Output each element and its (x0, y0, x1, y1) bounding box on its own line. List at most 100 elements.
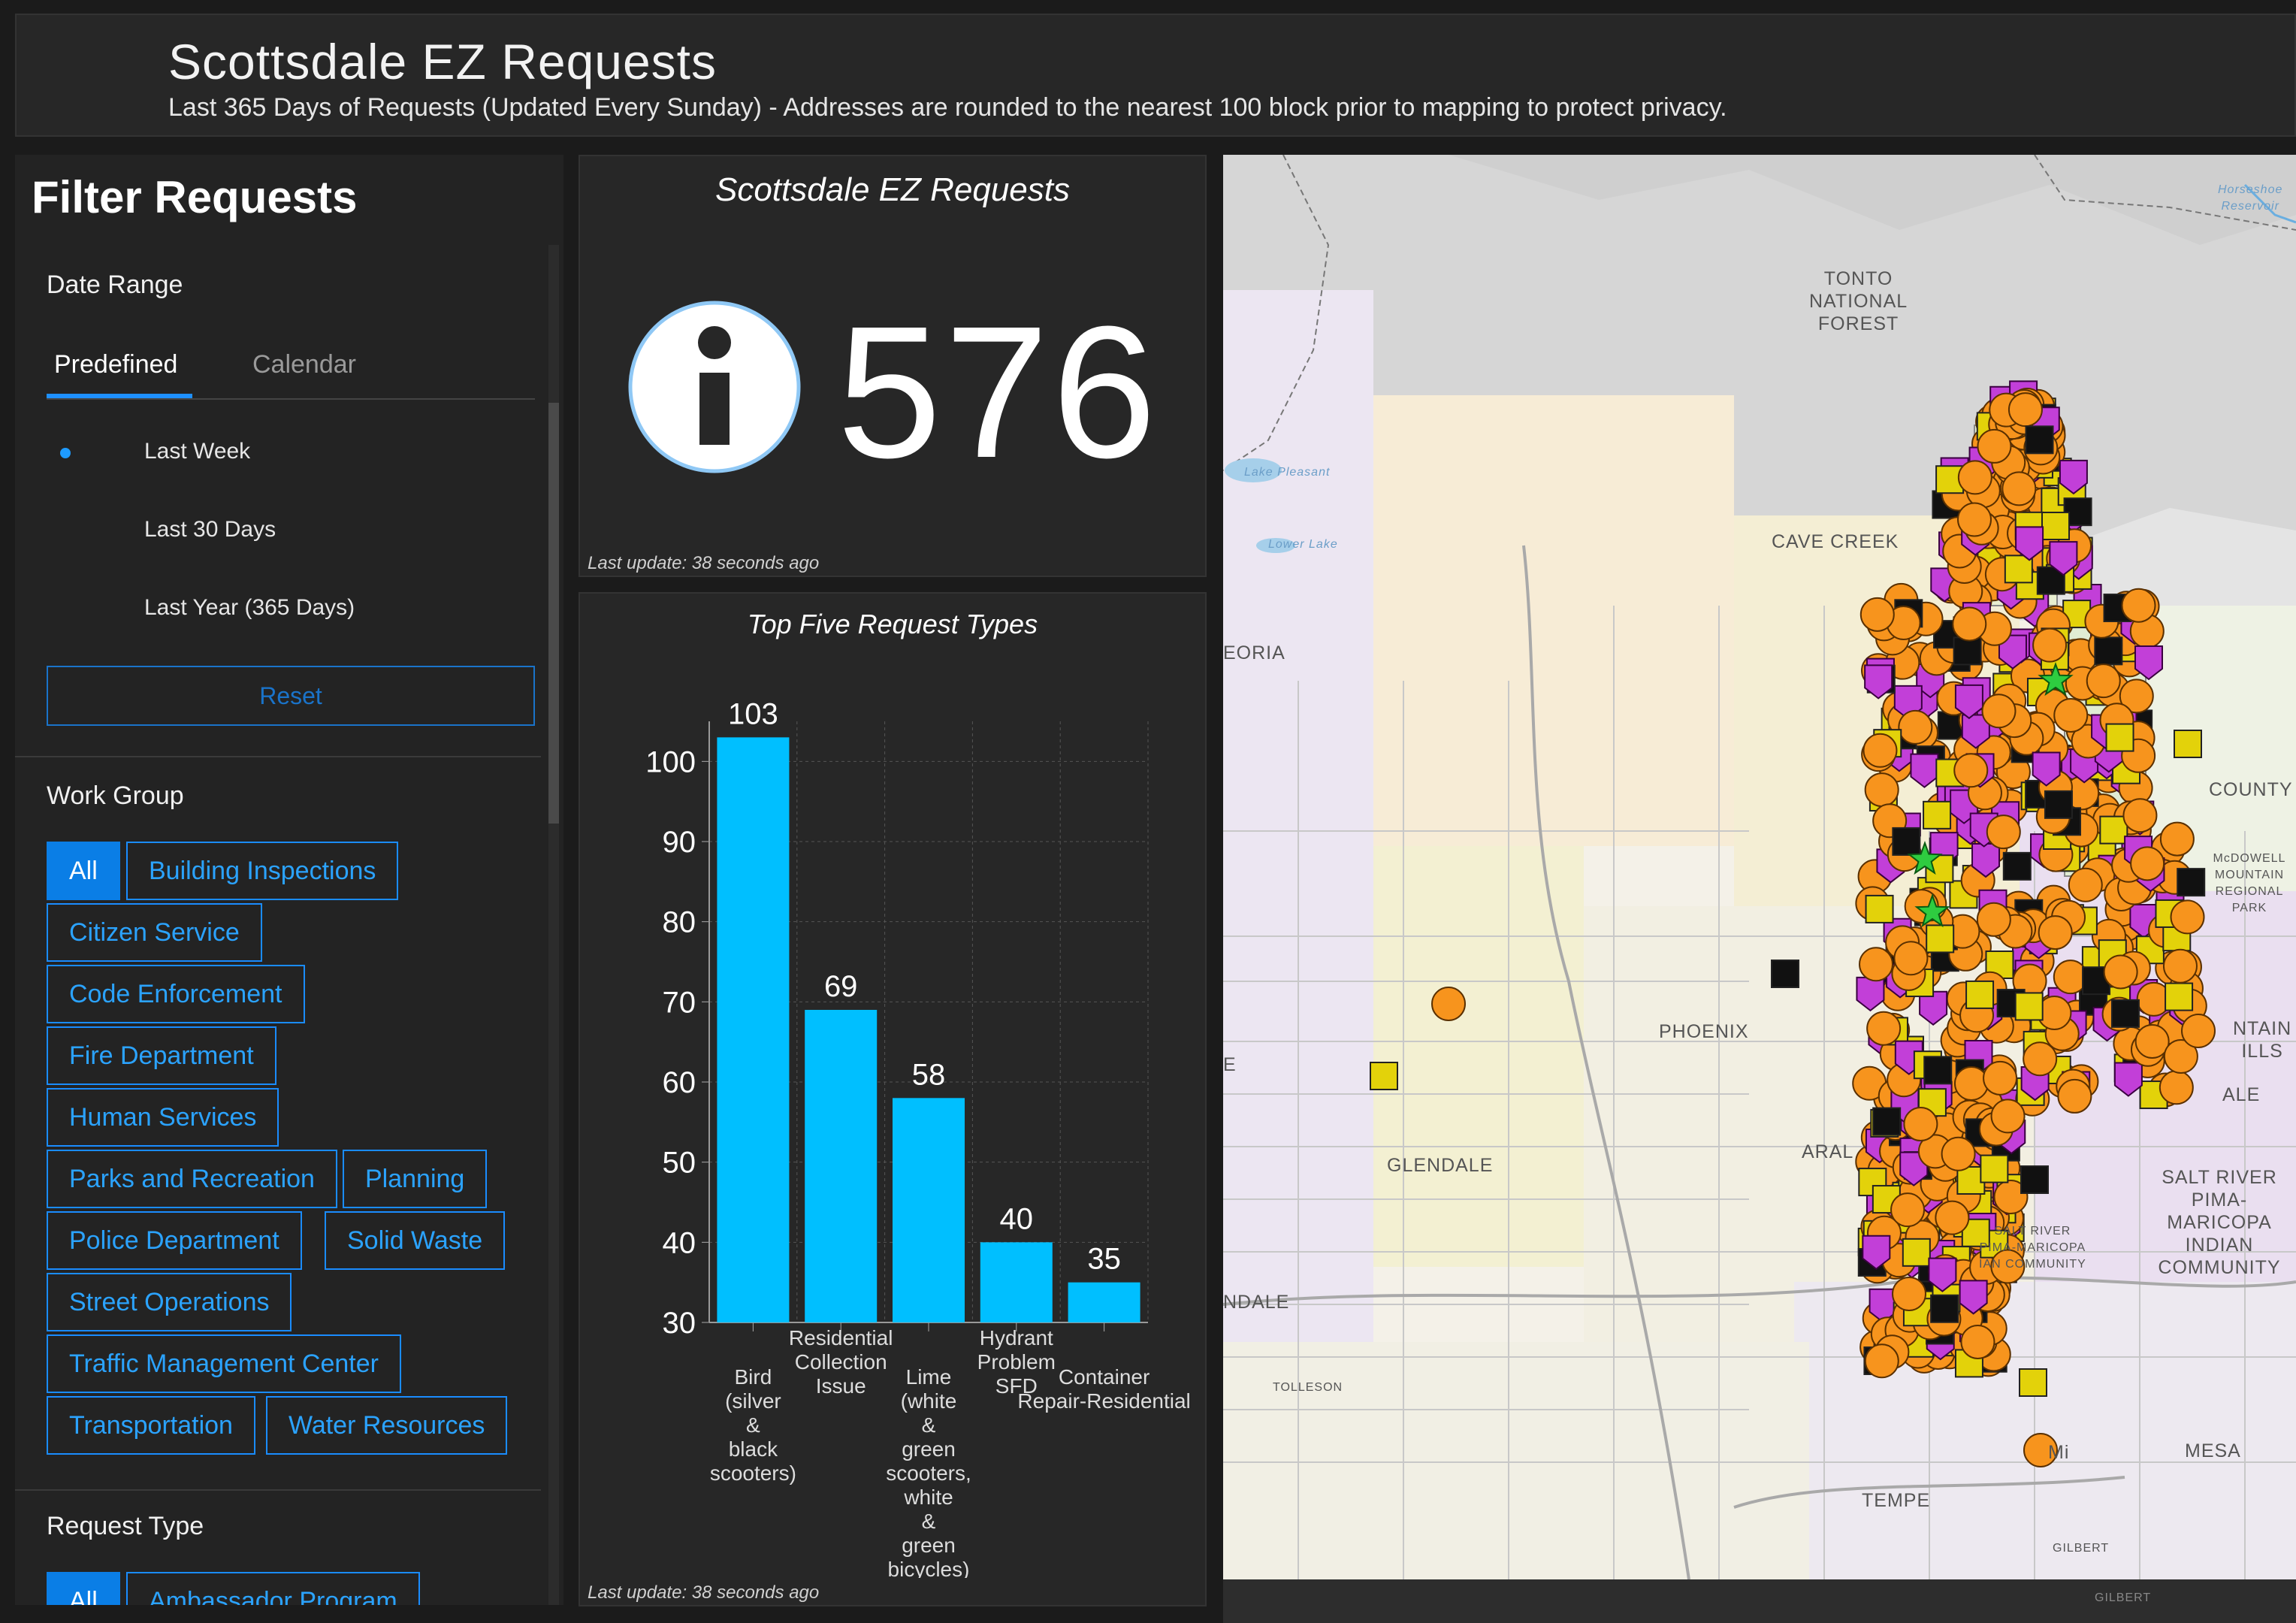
work-group-chip-water-resources[interactable]: Water Resources (266, 1396, 508, 1455)
request-marker-circle[interactable] (1859, 947, 1894, 982)
request-marker-square[interactable] (1771, 960, 1799, 988)
work-group-chip-code-enforcement[interactable]: Code Enforcement (47, 965, 305, 1023)
option-last-year[interactable]: Last Year (365 Days) (144, 595, 355, 621)
filter-scrollbar[interactable] (548, 245, 559, 1605)
request-marker-circle[interactable] (2038, 915, 2073, 951)
reset-button[interactable]: Reset (47, 666, 535, 726)
request-marker-circle[interactable] (2023, 1041, 2058, 1077)
request-marker-circle[interactable] (2103, 954, 2138, 990)
request-marker-circle[interactable] (2001, 471, 2037, 506)
request-marker-circle[interactable] (2007, 392, 2043, 428)
request-marker-circle[interactable] (1864, 1343, 1899, 1379)
request-marker-circle[interactable] (1977, 428, 2012, 464)
request-marker-circle[interactable] (1935, 1200, 1970, 1235)
request-marker-square[interactable] (2002, 851, 2032, 881)
request-marker-circle[interactable] (2032, 627, 2068, 663)
request-marker-circle[interactable] (1892, 1277, 1927, 1312)
work-group-chip-street-operations[interactable]: Street Operations (47, 1273, 292, 1331)
request-marker-circle[interactable] (1960, 1324, 1995, 1359)
request-type-chip-ambassador-program[interactable]: Ambassador Program (126, 1572, 420, 1605)
work-group-chip-planning[interactable]: Planning (343, 1150, 488, 1208)
request-marker-square[interactable] (2110, 999, 2140, 1028)
request-marker-circle[interactable] (1864, 772, 1899, 808)
request-marker-circle[interactable] (1953, 753, 1989, 788)
request-marker-circle[interactable] (1953, 1065, 1989, 1101)
request-marker-square[interactable] (2177, 868, 2206, 897)
option-last-week[interactable]: Last Week (144, 439, 250, 464)
request-marker-square[interactable] (2174, 730, 2202, 758)
work-group-chip-citizen-service[interactable]: Citizen Service (47, 903, 262, 962)
request-marker-circle[interactable] (2162, 948, 2198, 984)
work-group-chip-parks-and-recreation[interactable]: Parks and Recreation (47, 1150, 337, 1208)
work-group-chip-all[interactable]: All (47, 842, 120, 900)
request-marker-square[interactable] (2105, 723, 2134, 752)
request-marker-square[interactable] (2020, 1165, 2049, 1194)
bar (805, 1010, 878, 1322)
request-marker-square[interactable] (2014, 992, 2044, 1021)
map-label-lake-pleasant: Lake Pleasant (1244, 466, 1331, 479)
request-marker-circle[interactable] (1890, 1192, 1926, 1228)
request-marker-square[interactable] (2041, 511, 2070, 540)
request-marker-square[interactable] (1370, 1062, 1398, 1090)
map-view[interactable]: TONTO NATIONAL FOREST CAVE CREEK EORIA PHO… (1223, 155, 2296, 1579)
request-marker-circle[interactable] (1893, 941, 1929, 976)
request-marker-circle[interactable] (2170, 899, 2205, 935)
request-type-chip-all[interactable]: All (47, 1572, 120, 1605)
request-marker-circle[interactable] (1956, 502, 1992, 537)
work-group-chip-human-services[interactable]: Human Services (47, 1088, 279, 1147)
work-group-chip-traffic-management-center[interactable]: Traffic Management Center (47, 1334, 401, 1393)
request-marker-circle[interactable] (1957, 460, 1992, 495)
request-marker-circle[interactable] (2122, 798, 2158, 833)
request-marker-square[interactable] (2099, 815, 2128, 845)
work-group-chip-building-inspections[interactable]: Building Inspections (126, 842, 399, 900)
request-marker-square[interactable] (1965, 980, 1995, 1009)
request-marker-circle[interactable] (2181, 1014, 2216, 1048)
request-marker-circle[interactable] (1941, 1136, 1976, 1171)
request-marker-circle[interactable] (2159, 821, 2195, 857)
section-divider (15, 1489, 541, 1491)
request-marker-circle[interactable] (1866, 1011, 1902, 1046)
request-marker-square[interactable] (2019, 1368, 2047, 1397)
request-marker-circle[interactable] (2130, 846, 2165, 881)
request-marker-circle[interactable] (1981, 694, 2017, 729)
request-marker-square[interactable] (1926, 924, 1955, 954)
request-marker-square[interactable] (2044, 790, 2073, 819)
work-group-chip-solid-waste[interactable]: Solid Waste (325, 1211, 506, 1270)
request-marker-circle[interactable] (1903, 1107, 1938, 1142)
request-marker-circle[interactable] (1983, 1060, 2018, 1096)
request-marker-square[interactable] (1902, 1238, 1931, 1267)
request-marker-circle[interactable] (1431, 987, 1466, 1021)
request-marker-square[interactable] (1892, 827, 1921, 856)
request-marker-square[interactable] (1872, 1107, 1902, 1136)
request-marker-square[interactable] (1865, 894, 1894, 923)
option-last-30-days[interactable]: Last 30 Days (144, 517, 276, 543)
request-marker-circle[interactable] (2121, 588, 2156, 623)
request-marker-square[interactable] (1923, 1056, 1953, 1085)
request-marker-circle[interactable] (2134, 1024, 2170, 1059)
request-marker-circle[interactable] (1952, 606, 1987, 642)
work-group-chip-police-department[interactable]: Police Department (47, 1211, 302, 1270)
request-marker-square[interactable] (2165, 982, 2194, 1011)
request-marker-circle[interactable] (1976, 902, 2011, 937)
request-marker-circle[interactable] (2068, 867, 2103, 902)
request-marker-circle[interactable] (1986, 815, 2021, 850)
request-marker-circle[interactable] (1990, 1099, 2026, 1134)
tab-calendar[interactable]: Calendar (252, 350, 356, 379)
work-group-chip-fire-department[interactable]: Fire Department (47, 1026, 276, 1085)
request-marker-circle[interactable] (1859, 597, 1895, 632)
request-marker-square[interactable] (1923, 800, 1952, 830)
scrollbar-thumb[interactable] (548, 403, 559, 824)
tab-predefined[interactable]: Predefined (54, 350, 177, 379)
request-marker-circle[interactable] (1862, 733, 1898, 768)
request-marker-square[interactable] (2094, 636, 2123, 666)
work-group-chip-transportation[interactable]: Transportation (47, 1396, 255, 1455)
request-marker-circle[interactable] (2159, 1070, 2194, 1105)
request-marker-square[interactable] (1930, 1294, 1959, 1323)
request-marker-circle[interactable] (1898, 709, 1933, 745)
request-marker-circle[interactable] (2086, 663, 2121, 699)
request-marker-circle[interactable] (2057, 1078, 2092, 1114)
request-marker-square[interactable] (1980, 1154, 2009, 1183)
request-marker-square[interactable] (1953, 636, 1982, 666)
request-marker-circle[interactable] (2053, 697, 2089, 733)
request-marker-square[interactable] (2025, 425, 2054, 455)
